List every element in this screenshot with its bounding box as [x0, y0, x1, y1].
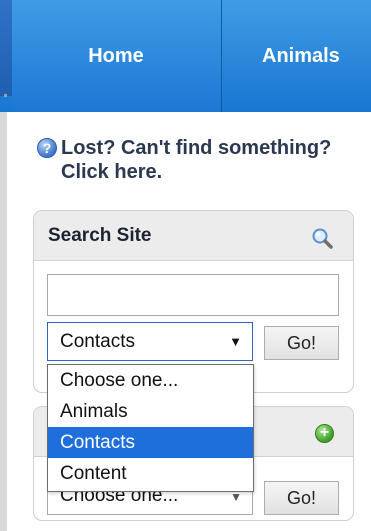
dropdown-option-content[interactable]: Content	[48, 458, 253, 489]
nav-left-strip	[0, 0, 12, 96]
lost-help-text: Lost? Can't find something? Click here.	[61, 137, 332, 183]
page: Home Animals ? Lost? Can't find somethin…	[0, 0, 371, 531]
plus-icon[interactable]: +	[315, 424, 334, 443]
nav-tab-home-label: Home	[88, 44, 144, 67]
dropdown-arrow-icon: ▼	[229, 334, 242, 349]
dropdown-option-contacts[interactable]: Contacts	[48, 427, 253, 458]
nav-tab-home[interactable]: Home	[12, 0, 220, 112]
search-panel-title: Search Site	[48, 225, 152, 246]
lost-help-link[interactable]: ? Lost? Can't find something? Click here…	[37, 136, 357, 184]
left-edge-notch	[4, 94, 7, 97]
magnifier-icon[interactable]	[310, 226, 334, 250]
dropdown-option-choose[interactable]: Choose one...	[48, 365, 253, 396]
help-icon: ?	[37, 138, 57, 158]
search-category-select[interactable]: Contacts ▼	[47, 322, 253, 361]
nav-tab-animals[interactable]: Animals	[222, 0, 371, 112]
left-edge-bar	[0, 112, 7, 531]
top-navigation: Home Animals	[0, 0, 371, 112]
dropdown-option-animals[interactable]: Animals	[48, 396, 253, 427]
search-category-selected: Contacts	[60, 330, 135, 352]
search-go-button[interactable]: Go!	[264, 326, 339, 360]
search-input[interactable]	[47, 274, 339, 316]
search-category-dropdown-list: Choose one... Animals Contacts Content	[47, 364, 254, 492]
search-panel-header: Search Site	[34, 211, 353, 261]
nav-tab-animals-label: Animals	[262, 44, 340, 67]
second-panel-go-button[interactable]: Go!	[264, 481, 339, 515]
chevron-down-icon: ▼	[230, 490, 242, 504]
